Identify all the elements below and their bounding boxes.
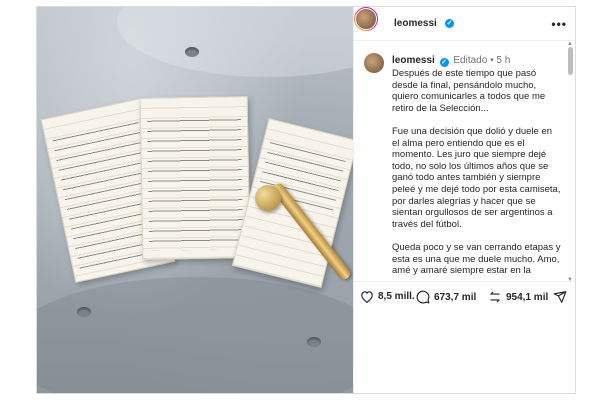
repost-count[interactable]: 954,1 mil xyxy=(506,292,548,303)
comment-button[interactable]: 673,7 mil xyxy=(416,290,476,304)
cushion-button xyxy=(185,47,199,57)
edited-label: Editado xyxy=(453,55,488,66)
cushion-shadow xyxy=(37,277,353,393)
more-horizontal-icon[interactable]: ••• xyxy=(551,17,567,31)
repost-button[interactable]: 954,1 mil xyxy=(488,290,548,304)
cushion-button xyxy=(77,307,91,317)
caption-scrollbar[interactable]: ▲ ▼ xyxy=(567,41,573,281)
cushion-button xyxy=(307,337,321,347)
action-bar: 8,5 mill. 673,7 mil 954,1 mil xyxy=(354,281,575,311)
send-button[interactable] xyxy=(553,290,567,309)
verified-badge-icon: ✓ xyxy=(439,58,449,67)
caption-username[interactable]: leomessi xyxy=(392,55,435,66)
like-count[interactable]: 8,5 mill. xyxy=(378,291,415,302)
cushion-highlight xyxy=(117,7,353,77)
like-button[interactable]: 8,5 mill. xyxy=(360,290,415,303)
caption-area: leomessi ✓ Editado • 5 h Después de este… xyxy=(354,41,575,281)
comment-count[interactable]: 673,7 mil xyxy=(434,292,476,303)
meta-separator: • xyxy=(490,55,494,66)
post-side-panel: leomessi ✓ ••• leomessi ✓ Editado • 5 h … xyxy=(353,7,575,393)
caption-text: Después de este tiempo que pasó desde la… xyxy=(392,68,561,277)
verified-badge-icon: ✓ xyxy=(445,19,454,28)
scroll-thumb[interactable] xyxy=(568,47,573,75)
repost-icon xyxy=(490,291,500,303)
header-username[interactable]: leomessi xyxy=(394,18,437,29)
send-icon xyxy=(553,291,567,303)
scroll-track[interactable] xyxy=(568,47,573,277)
post-time[interactable]: 5 h xyxy=(496,55,510,66)
comment-icon xyxy=(416,290,430,304)
gold-pen-cap xyxy=(255,185,281,211)
post-photo[interactable] xyxy=(37,7,353,393)
heart-icon xyxy=(361,291,373,303)
handwritten-card xyxy=(139,96,251,260)
caption-avatar[interactable] xyxy=(364,53,384,73)
instagram-post: leomessi ✓ ••• leomessi ✓ Editado • 5 h … xyxy=(36,6,576,394)
handwriting xyxy=(146,113,244,251)
post-header: leomessi ✓ ••• xyxy=(354,7,575,41)
avatar[interactable] xyxy=(354,7,378,31)
caption-meta: leomessi ✓ Editado • 5 h xyxy=(392,55,510,67)
